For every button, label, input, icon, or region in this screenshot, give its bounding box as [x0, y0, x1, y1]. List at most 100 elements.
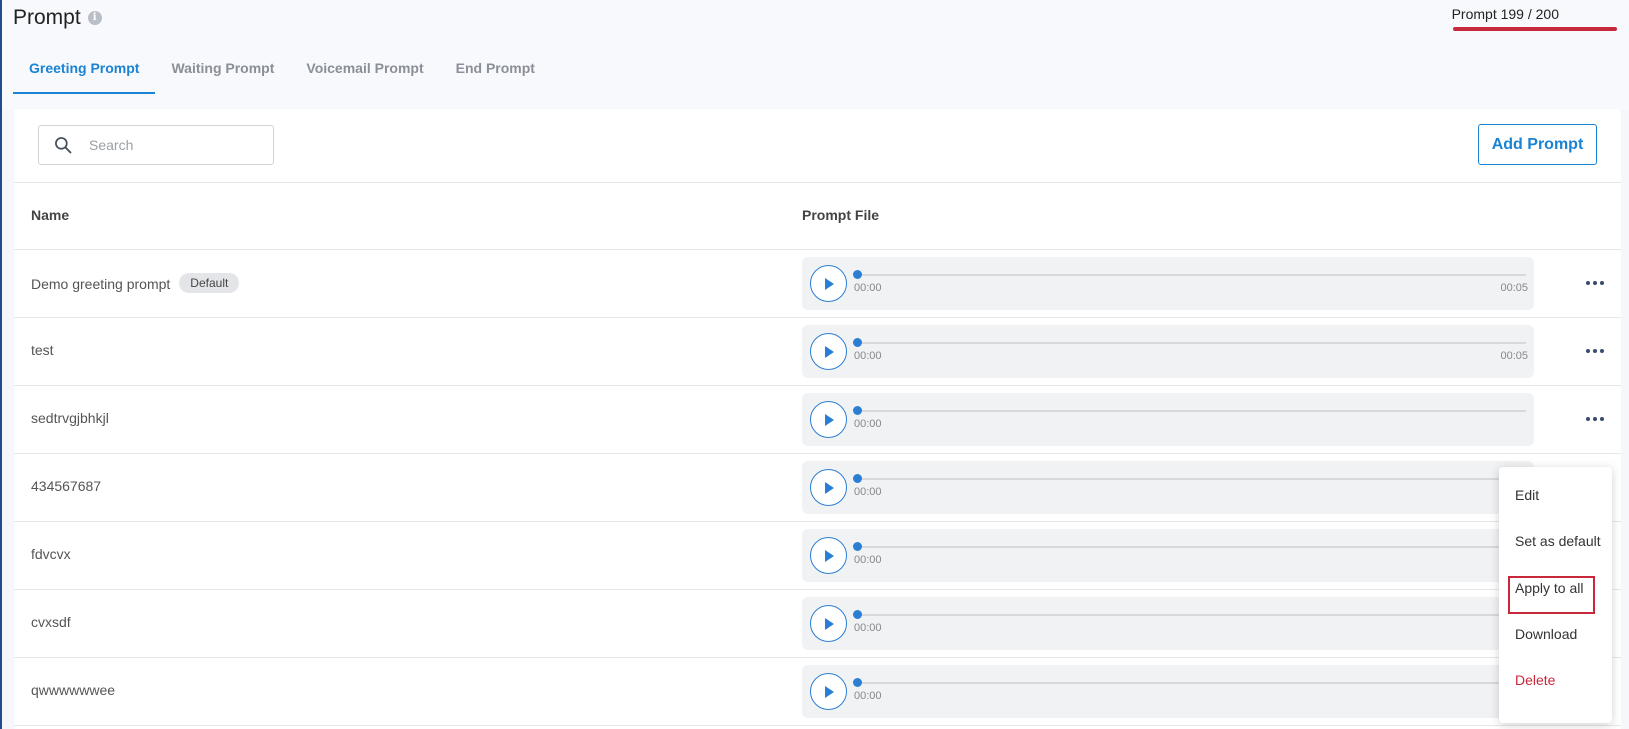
- tab-waiting-prompt[interactable]: Waiting Prompt: [155, 50, 290, 94]
- audio-current-time: 00:00: [854, 554, 882, 566]
- search-box[interactable]: [38, 125, 274, 165]
- default-badge: Default: [179, 273, 240, 293]
- more-icon: [1593, 417, 1597, 421]
- column-header-prompt-file: Prompt File: [802, 207, 880, 223]
- audio-progress-track[interactable]: [856, 342, 1526, 344]
- audio-player: 00:00 00:05: [802, 325, 1534, 378]
- prompt-name: 434567687: [31, 478, 101, 494]
- table-row: qwwwwwwee 00:00 00:01: [14, 658, 1621, 726]
- audio-current-time: 00:00: [854, 282, 882, 294]
- audio-progress-track[interactable]: [856, 410, 1526, 412]
- audio-player: 00:00 00:05: [802, 257, 1534, 310]
- audio-progress-handle[interactable]: [853, 338, 862, 347]
- more-icon: [1600, 417, 1604, 421]
- add-prompt-button[interactable]: Add Prompt: [1478, 124, 1597, 165]
- audio-duration: 00:05: [1500, 282, 1528, 294]
- audio-progress-handle[interactable]: [853, 678, 862, 687]
- table-row: fdvcvx 00:00: [14, 522, 1621, 590]
- prompt-name: cvxsdf: [31, 614, 71, 630]
- audio-progress-handle[interactable]: [853, 610, 862, 619]
- menu-item-delete[interactable]: Delete: [1515, 672, 1555, 688]
- more-icon: [1586, 417, 1590, 421]
- table-row: test 00:00 00:05: [14, 318, 1621, 386]
- audio-progress-handle[interactable]: [853, 474, 862, 483]
- prompt-name-text: fdvcvx: [31, 546, 71, 562]
- audio-current-time: 00:00: [854, 418, 882, 430]
- audio-progress-track[interactable]: [856, 478, 1526, 480]
- more-actions-button[interactable]: [1582, 275, 1608, 291]
- prompt-name: test: [31, 342, 54, 358]
- play-icon: [824, 617, 834, 630]
- prompt-name-text: sedtrvgjbhkjl: [31, 410, 109, 426]
- table-row: cvxsdf 00:00 00:01: [14, 590, 1621, 658]
- search-icon: [55, 137, 72, 154]
- play-button[interactable]: [810, 265, 847, 302]
- prompt-name-text: test: [31, 342, 54, 358]
- more-icon: [1600, 349, 1604, 353]
- page-title: Prompt i: [13, 6, 102, 30]
- audio-progress-handle[interactable]: [853, 406, 862, 415]
- more-actions-button[interactable]: [1582, 411, 1608, 427]
- prompt-name: qwwwwwwee: [31, 682, 115, 698]
- play-icon: [824, 345, 834, 358]
- audio-current-time: 00:00: [854, 350, 882, 362]
- audio-current-time: 00:00: [854, 486, 882, 498]
- audio-progress-track[interactable]: [856, 682, 1526, 684]
- audio-duration: 00:05: [1500, 350, 1528, 362]
- prompt-name-text: cvxsdf: [31, 614, 71, 630]
- audio-progress-track[interactable]: [856, 274, 1526, 276]
- prompt-panel: Add Prompt Name Prompt File Demo greetin…: [14, 109, 1621, 729]
- more-icon: [1593, 349, 1597, 353]
- tab-end-prompt[interactable]: End Prompt: [440, 50, 551, 94]
- prompt-list: Demo greeting prompt Default 00:00 00:05 …: [14, 250, 1621, 726]
- menu-item-set-as-default[interactable]: Set as default: [1515, 533, 1601, 549]
- audio-player: 00:00: [802, 529, 1534, 582]
- row-action-menu: Edit Set as default Apply to all Downloa…: [1499, 467, 1612, 723]
- table-row: Demo greeting prompt Default 00:00 00:05: [14, 250, 1621, 318]
- audio-player: 00:00 00:01: [802, 597, 1534, 650]
- more-icon: [1586, 349, 1590, 353]
- play-button[interactable]: [810, 673, 847, 710]
- play-button[interactable]: [810, 605, 847, 642]
- play-button[interactable]: [810, 333, 847, 370]
- audio-progress-track[interactable]: [856, 546, 1526, 548]
- audio-progress-handle[interactable]: [853, 270, 862, 279]
- search-input[interactable]: [89, 137, 269, 153]
- play-icon: [824, 685, 834, 698]
- page-title-text: Prompt: [13, 6, 81, 29]
- table-row: sedtrvgjbhkjl 00:00: [14, 386, 1621, 454]
- prompt-name-text: qwwwwwwee: [31, 682, 116, 698]
- audio-player: 00:00: [802, 461, 1534, 514]
- more-actions-button[interactable]: [1582, 343, 1608, 359]
- prompt-name: sedtrvgjbhkjl: [31, 410, 109, 426]
- page-header: Prompt i Prompt 199 / 200 Greeting Promp…: [2, 0, 1629, 110]
- play-button[interactable]: [810, 469, 847, 506]
- prompt-quota: Prompt 199 / 200: [1451, 6, 1559, 22]
- audio-progress-handle[interactable]: [853, 542, 862, 551]
- table-row: 434567687 00:00: [14, 454, 1621, 522]
- apply-to-all-highlight: [1508, 576, 1595, 614]
- play-button[interactable]: [810, 537, 847, 574]
- play-icon: [824, 481, 834, 494]
- menu-item-download[interactable]: Download: [1515, 626, 1577, 642]
- play-button[interactable]: [810, 401, 847, 438]
- play-icon: [824, 277, 834, 290]
- audio-current-time: 00:00: [854, 690, 882, 702]
- quota-bar: [1453, 27, 1617, 31]
- more-icon: [1593, 281, 1597, 285]
- tab-voicemail-prompt[interactable]: Voicemail Prompt: [290, 50, 439, 94]
- prompt-name-text: 434567687: [31, 478, 102, 494]
- prompt-name-text: Demo greeting prompt: [31, 275, 171, 292]
- column-header-name: Name: [31, 207, 70, 223]
- menu-item-edit[interactable]: Edit: [1515, 487, 1539, 503]
- info-icon[interactable]: i: [87, 11, 102, 25]
- more-icon: [1586, 281, 1590, 285]
- prompt-tabs: Greeting Prompt Waiting Prompt Voicemail…: [13, 50, 551, 94]
- table-header: Name Prompt File: [14, 182, 1621, 250]
- more-icon: [1600, 281, 1604, 285]
- audio-current-time: 00:00: [854, 622, 882, 634]
- prompt-name: fdvcvx: [31, 546, 71, 562]
- play-icon: [824, 549, 834, 562]
- tab-greeting-prompt[interactable]: Greeting Prompt: [13, 50, 156, 94]
- audio-progress-track[interactable]: [856, 614, 1526, 616]
